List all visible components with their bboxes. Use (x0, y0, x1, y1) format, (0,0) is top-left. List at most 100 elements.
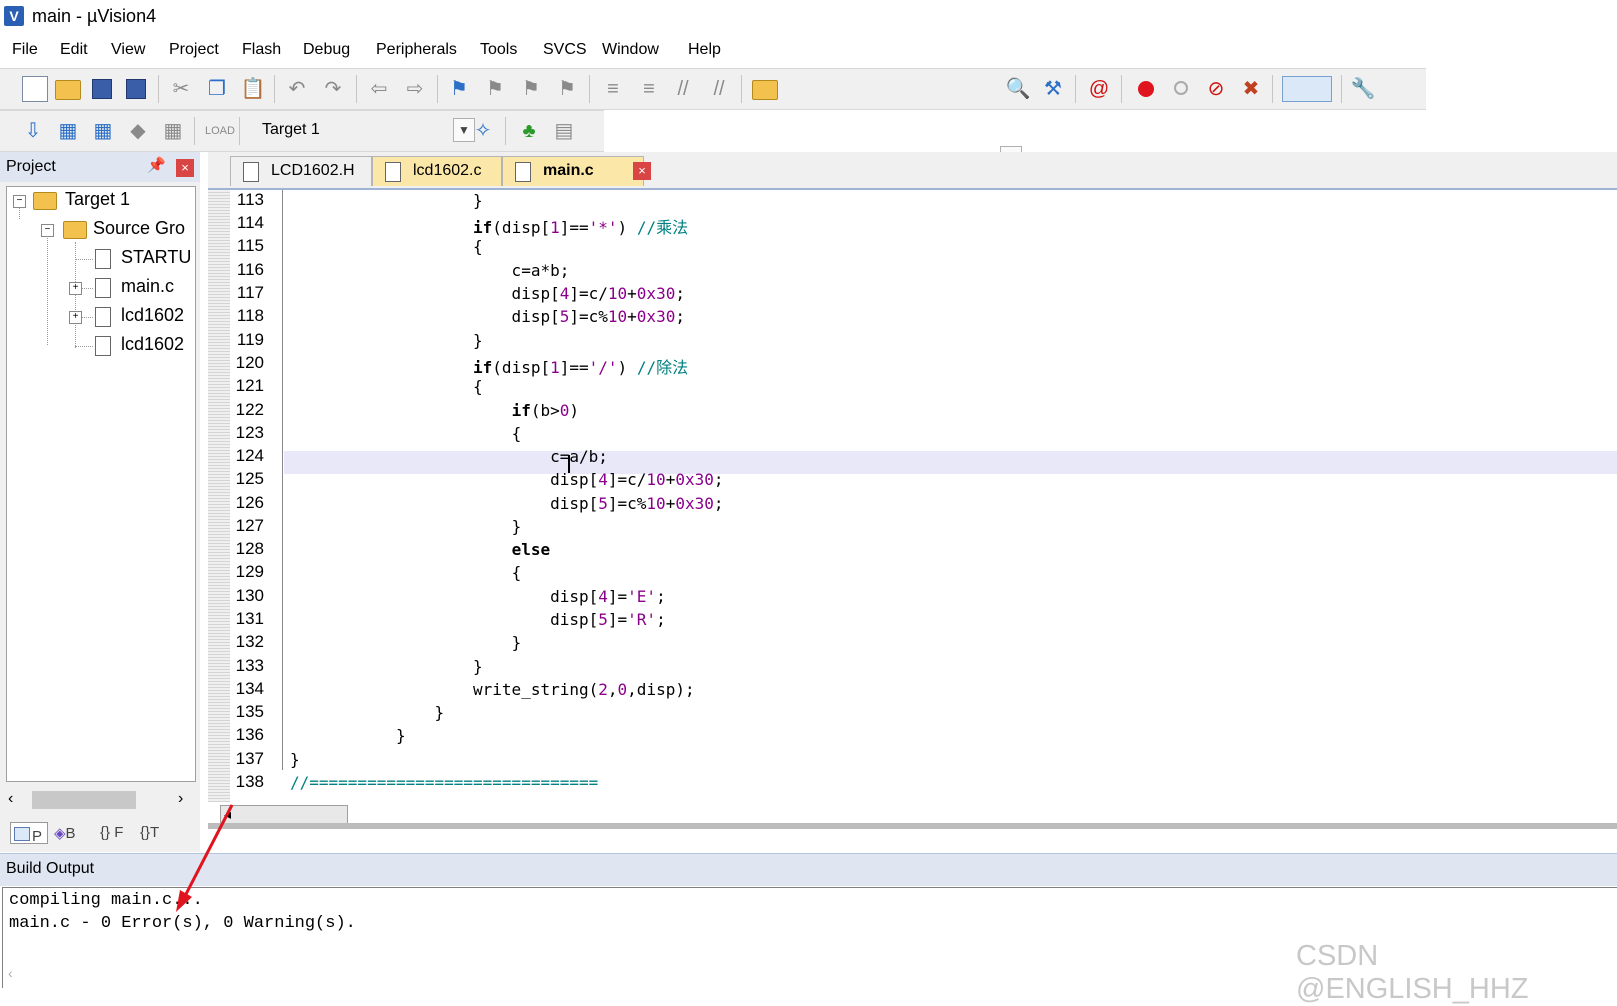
manage-components-icon[interactable]: ♣ (516, 118, 542, 144)
close-icon[interactable]: × (176, 159, 194, 177)
indent-icon[interactable]: ≡ (600, 76, 626, 102)
tree-expand-toggle[interactable]: + (69, 311, 82, 324)
clear-bookmarks-icon[interactable]: ⚑ (554, 76, 580, 102)
code-line[interactable]: } (290, 331, 483, 350)
menu-peripherals[interactable]: Peripherals (376, 41, 457, 59)
code-line[interactable]: if(disp[1]=='/') //除法 (290, 354, 688, 378)
disable-breakpoints-icon[interactable]: ⊘ (1203, 76, 1229, 102)
tab-books[interactable]: ◈B (54, 824, 76, 842)
code-line[interactable]: c=a*b; (290, 261, 570, 280)
menu-window[interactable]: Window (602, 41, 659, 59)
unindent-icon[interactable]: ≡ (636, 76, 662, 102)
save-all-icon[interactable] (126, 79, 146, 99)
code-line[interactable]: } (290, 726, 406, 745)
code-line[interactable]: } (290, 657, 483, 676)
cut-icon[interactable]: ✂ (168, 76, 194, 102)
undo-icon[interactable]: ↶ (284, 76, 310, 102)
next-bookmark-icon[interactable]: ⚑ (518, 76, 544, 102)
open-file-icon[interactable] (55, 80, 81, 100)
save-icon[interactable] (92, 79, 112, 99)
tab-lcd1602-h[interactable]: LCD1602.H (230, 156, 372, 186)
code-line[interactable]: write_string(2,0,disp); (290, 680, 695, 699)
tree-item-source-group[interactable]: Source Gro (93, 218, 185, 239)
find-in-files-icon[interactable] (752, 80, 778, 100)
code-line[interactable]: { (290, 377, 483, 396)
redo-icon[interactable]: ↷ (320, 76, 346, 102)
code-line[interactable]: disp[5]=c%10+0x30; (290, 494, 723, 513)
code-line[interactable]: } (290, 750, 300, 769)
menu-help[interactable]: Help (688, 41, 721, 59)
code-line[interactable]: disp[4]=c/10+0x30; (290, 470, 723, 489)
tree-expand-toggle[interactable]: + (69, 282, 82, 295)
kill-breakpoints-icon[interactable]: ✖ (1238, 76, 1264, 102)
tree-item-lcd1602-h[interactable]: lcd1602 (121, 334, 184, 355)
paste-icon[interactable]: 📋 (240, 76, 266, 102)
debug-session-icon[interactable]: @ (1086, 76, 1112, 102)
tab-lcd1602-c[interactable]: lcd1602.c (372, 156, 502, 186)
copy-icon[interactable]: ❐ (204, 76, 230, 102)
project-hscroll-thumb[interactable] (32, 791, 136, 809)
navigate-back-icon[interactable]: ⇦ (366, 76, 392, 102)
close-icon[interactable]: × (633, 162, 651, 180)
code-line[interactable]: disp[5]='R'; (290, 610, 666, 629)
window-layout-icon[interactable] (1282, 76, 1332, 102)
code-line[interactable]: } (290, 517, 522, 536)
stop-build-icon[interactable]: ▦ (160, 118, 186, 144)
code-line[interactable]: if(b>0) (290, 401, 579, 420)
menu-flash[interactable]: Flash (242, 41, 281, 59)
menu-view[interactable]: View (111, 41, 145, 59)
menu-edit[interactable]: Edit (60, 41, 88, 59)
enable-breakpoint-icon[interactable] (1174, 81, 1188, 95)
scroll-left-arrow[interactable]: ‹ (8, 790, 13, 808)
menu-debug[interactable]: Debug (303, 41, 350, 59)
tab-templates[interactable]: {}T (140, 824, 159, 841)
splitter-bar[interactable] (208, 823, 1617, 829)
tree-item-target[interactable]: Target 1 (65, 189, 130, 210)
tab-functions[interactable]: {} F (100, 824, 123, 841)
tree-item-lcd1602-c[interactable]: lcd1602 (121, 305, 184, 326)
rebuild-icon[interactable]: ▦ (90, 118, 116, 144)
configure-icon[interactable]: 🔧 (1350, 76, 1376, 102)
insert-breakpoint-icon[interactable] (1138, 81, 1154, 97)
target-select[interactable]: Target 1 (262, 121, 320, 139)
prev-bookmark-icon[interactable]: ⚑ (482, 76, 508, 102)
code-line[interactable]: else (290, 540, 551, 559)
breakpoint-gutter[interactable] (208, 190, 230, 802)
code-line[interactable]: disp[4]=c/10+0x30; (290, 284, 685, 303)
code-line[interactable]: { (290, 563, 522, 582)
incremental-find-icon[interactable]: 🔍 (1005, 76, 1031, 102)
scroll-left-arrow[interactable]: ‹ (8, 965, 13, 981)
code-line[interactable]: disp[4]='E'; (290, 587, 666, 606)
tree-collapse-toggle[interactable]: − (41, 224, 54, 237)
tab-main-c[interactable]: main.c (502, 156, 644, 186)
translate-icon[interactable]: ⇩ (20, 118, 46, 144)
target-dropdown-arrow[interactable]: ▼ (453, 118, 475, 142)
code-line[interactable]: } (290, 703, 445, 722)
menu-project[interactable]: Project (169, 41, 219, 59)
tab-project[interactable]: P (10, 822, 48, 845)
code-line[interactable]: } (290, 191, 483, 210)
uncomment-icon[interactable]: // (706, 76, 732, 102)
tree-item-main-c[interactable]: main.c (121, 276, 174, 297)
bookmark-icon[interactable]: ⚑ (446, 76, 472, 102)
tree-item-startup[interactable]: STARTU (121, 247, 191, 268)
code-line[interactable]: c=a/b; (290, 447, 608, 466)
menu-file[interactable]: File (12, 41, 38, 59)
browse-icon[interactable]: ⚒ (1040, 76, 1066, 102)
navigate-forward-icon[interactable]: ⇨ (402, 76, 428, 102)
batch-build-icon[interactable]: ◆ (125, 118, 151, 144)
select-packs-icon[interactable]: ▤ (551, 118, 577, 144)
download-icon[interactable]: LOAD (205, 118, 235, 144)
code-line[interactable]: //============================== (290, 773, 598, 792)
menu-tools[interactable]: Tools (480, 41, 517, 59)
build-icon[interactable]: ▦ (55, 118, 81, 144)
pin-icon[interactable]: 📌 (147, 156, 166, 174)
code-line[interactable]: if(disp[1]=='*') //乘法 (290, 214, 688, 238)
code-line[interactable]: { (290, 237, 483, 256)
code-line[interactable]: disp[5]=c%10+0x30; (290, 307, 685, 326)
new-file-icon[interactable] (22, 76, 48, 102)
menu-svcs[interactable]: SVCS (543, 41, 587, 59)
comment-icon[interactable]: // (670, 76, 696, 102)
tree-collapse-toggle[interactable]: − (13, 195, 26, 208)
code-line[interactable]: } (290, 633, 522, 652)
